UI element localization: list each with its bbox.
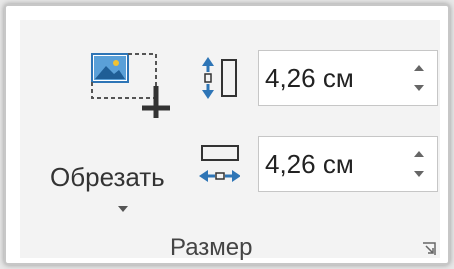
spin-down-icon[interactable] (414, 85, 424, 91)
shape-width-icon (198, 142, 241, 186)
spin-up-icon[interactable] (414, 151, 424, 157)
shape-height-spinner[interactable] (407, 51, 431, 105)
shape-height-icon (198, 56, 240, 100)
group-label: Размер (170, 234, 253, 261)
dialog-launcher-icon[interactable] (422, 242, 436, 256)
shape-height-row: 4,26 см (190, 50, 440, 106)
spin-up-icon[interactable] (414, 65, 424, 71)
crop-button[interactable]: Обрезать (28, 34, 170, 230)
shape-height-input[interactable]: 4,26 см (258, 50, 438, 106)
crop-picture-icon (78, 46, 178, 138)
ribbon-size-group: Обрезать 4,26 см 4,26 см Размер (20, 20, 440, 261)
chevron-down-icon[interactable] (118, 206, 128, 212)
window-frame: Обрезать 4,26 см 4,26 см Размер (4, 4, 450, 265)
shape-width-value: 4,26 см (265, 149, 354, 179)
shape-width-row: 4,26 см (190, 136, 440, 192)
crop-label: Обрезать (50, 162, 165, 192)
shape-height-value: 4,26 см (265, 63, 354, 93)
shape-width-spinner[interactable] (407, 137, 431, 191)
shape-width-input[interactable]: 4,26 см (258, 136, 438, 192)
spin-down-icon[interactable] (414, 171, 424, 177)
